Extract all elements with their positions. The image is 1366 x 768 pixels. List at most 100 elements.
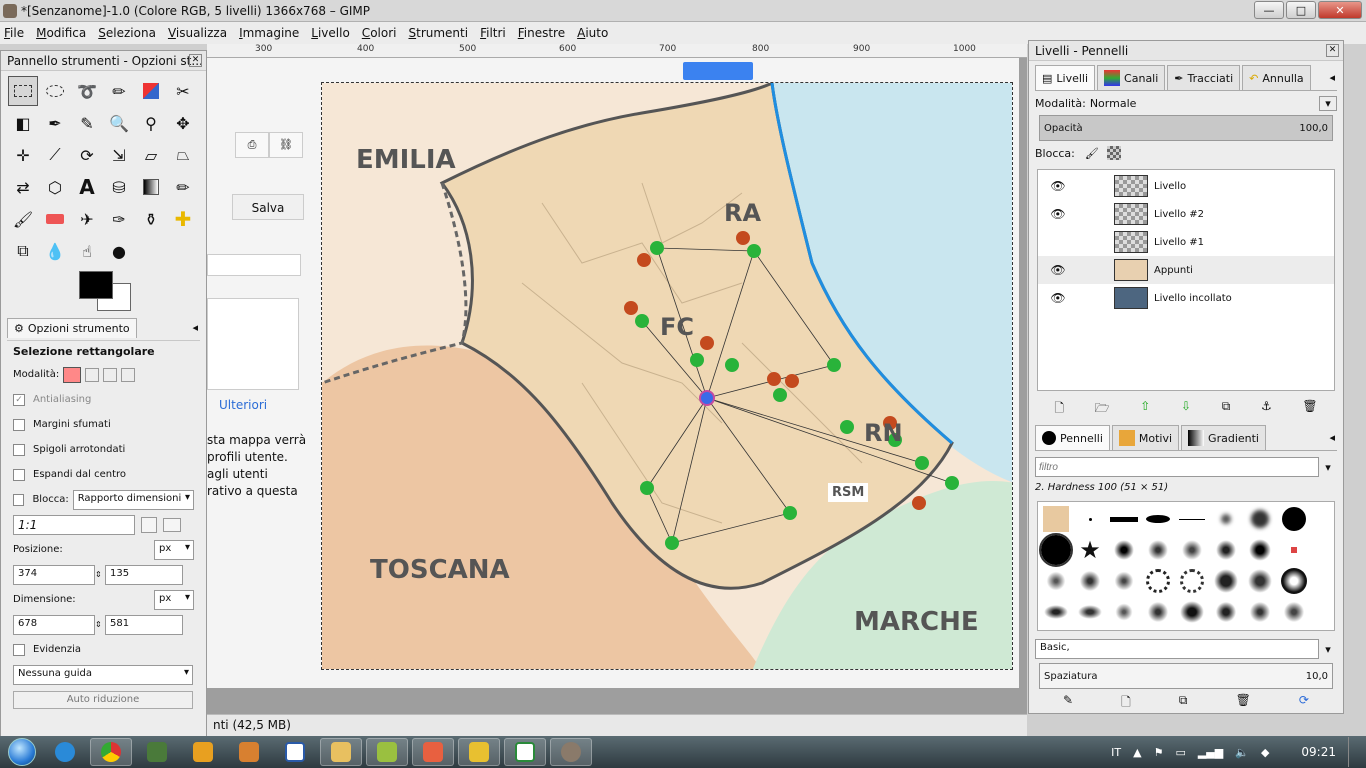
brush-item[interactable]: [1040, 566, 1072, 596]
dodge-burn-tool[interactable]: ●: [104, 236, 134, 266]
brush-item[interactable]: [1039, 533, 1073, 567]
close-button[interactable]: ✕: [1318, 1, 1362, 19]
foreground-select-tool[interactable]: ◧: [8, 108, 38, 138]
layer-row[interactable]: 👁 Appunti: [1038, 256, 1334, 284]
maximize-button[interactable]: □: [1286, 1, 1316, 19]
feather-row[interactable]: Margini sfumati: [13, 412, 194, 437]
language-indicator[interactable]: IT: [1111, 746, 1121, 759]
tab-menu-icon[interactable]: ◂: [1329, 71, 1335, 84]
taskbar-ie[interactable]: [44, 738, 86, 766]
clone-tool[interactable]: ⚱: [136, 204, 166, 234]
brush-item[interactable]: [1176, 504, 1208, 534]
tab-undo[interactable]: ↶ Annulla: [1242, 65, 1311, 90]
brush-item[interactable]: [1142, 597, 1174, 627]
position-x-input[interactable]: 374: [13, 564, 95, 585]
cage-tool[interactable]: ⬡: [40, 172, 70, 202]
ellipse-select-tool[interactable]: [40, 76, 70, 106]
paths-tool[interactable]: ✒: [40, 108, 70, 138]
airbrush-tool[interactable]: ✈: [72, 204, 102, 234]
refresh-icon[interactable]: ⟳: [1299, 693, 1309, 709]
menu-file[interactable]: File: [4, 26, 24, 40]
save-button[interactable]: Salva: [232, 194, 304, 220]
flip-tool[interactable]: ⇄: [8, 172, 38, 202]
brush-item[interactable]: [1278, 597, 1310, 627]
lock-checkbox[interactable]: [13, 493, 25, 506]
taskbar-gimp[interactable]: [550, 738, 592, 766]
taskbar-tool[interactable]: [228, 738, 270, 766]
text-tool[interactable]: A: [72, 172, 102, 202]
menu-filtri[interactable]: Filtri: [480, 26, 506, 40]
antialiasing-row[interactable]: ✓ Antialiasing: [13, 387, 194, 412]
brush-item[interactable]: [1142, 535, 1174, 565]
brush-item[interactable]: [1210, 504, 1242, 534]
delete-icon[interactable]: 🗑: [1302, 399, 1317, 415]
brush-item[interactable]: [1108, 597, 1140, 627]
brush-item[interactable]: [1244, 566, 1276, 596]
perspective-tool[interactable]: ⏢: [168, 140, 198, 170]
ink-tool[interactable]: ✑: [104, 204, 134, 234]
blend-tool[interactable]: [136, 172, 166, 202]
brush-item[interactable]: [1074, 566, 1106, 596]
menu-immagine[interactable]: Immagine: [239, 26, 299, 40]
taskbar-excel[interactable]: [504, 738, 546, 766]
close-icon[interactable]: ✕: [1326, 44, 1339, 57]
brush-item[interactable]: [1142, 504, 1174, 534]
blur-tool[interactable]: 💧: [40, 236, 70, 266]
ratio-field[interactable]: 1:1: [13, 514, 135, 535]
duplicate-brush-icon[interactable]: ⧉: [1179, 693, 1188, 709]
eye-icon[interactable]: 👁: [1038, 179, 1078, 193]
raise-icon[interactable]: ⇧: [1140, 399, 1150, 415]
heal-tool[interactable]: ✚: [168, 204, 198, 234]
lower-icon[interactable]: ⇩: [1181, 399, 1191, 415]
brush-item[interactable]: [1074, 597, 1106, 627]
rect-select-tool[interactable]: [8, 76, 38, 106]
move-tool[interactable]: ✥: [168, 108, 198, 138]
taskbar-network[interactable]: [458, 738, 500, 766]
position-unit-dropdown[interactable]: px: [154, 539, 194, 560]
brush-item[interactable]: [1210, 566, 1242, 596]
pencil-tool[interactable]: ✏: [168, 172, 198, 202]
brush-item[interactable]: [1108, 504, 1140, 534]
menu-colori[interactable]: Colori: [362, 26, 397, 40]
paintbrush-tool[interactable]: 🖌: [8, 204, 38, 234]
size-height-input[interactable]: 581: [105, 614, 183, 635]
zoom-tool[interactable]: 🔍: [104, 108, 134, 138]
show-desktop-button[interactable]: [1348, 737, 1358, 767]
brush-item[interactable]: [1210, 597, 1242, 627]
brush-item[interactable]: [1278, 535, 1310, 565]
feather-checkbox[interactable]: [13, 418, 25, 431]
edit-brush-icon[interactable]: ✎: [1063, 693, 1073, 709]
tab-brushes[interactable]: Pennelli: [1035, 425, 1110, 450]
brush-item[interactable]: [1176, 566, 1208, 596]
taskbar-explorer[interactable]: [320, 738, 362, 766]
measure-tool[interactable]: ⚲: [136, 108, 166, 138]
search-button[interactable]: [683, 62, 753, 80]
menu-aiuto[interactable]: Aiuto: [577, 26, 608, 40]
rounded-checkbox[interactable]: [13, 443, 25, 456]
tab-menu-icon[interactable]: ◂: [192, 321, 198, 334]
eye-icon[interactable]: 👁: [1038, 291, 1078, 305]
taskbar-media[interactable]: [182, 738, 224, 766]
align-tool[interactable]: ✛: [8, 140, 38, 170]
chevron-up-icon[interactable]: ▲: [1133, 746, 1141, 759]
color-picker-tool[interactable]: ✎: [72, 108, 102, 138]
brush-item[interactable]: [1244, 597, 1276, 627]
menu-livello[interactable]: Livello: [311, 26, 350, 40]
dropbox-icon[interactable]: ◆: [1261, 746, 1269, 759]
brush-item[interactable]: [1074, 504, 1106, 534]
taskbar-app[interactable]: [136, 738, 178, 766]
lasso-tool[interactable]: ➰: [72, 76, 102, 106]
scissors-tool[interactable]: ✂: [168, 76, 198, 106]
tab-tool-options[interactable]: ⚙ Opzioni strumento: [7, 317, 137, 338]
brush-item[interactable]: ★: [1074, 535, 1106, 565]
rounded-row[interactable]: Spigoli arrotondati: [13, 437, 194, 462]
clock[interactable]: 09:21: [1301, 745, 1336, 759]
portrait-icon[interactable]: [141, 516, 157, 533]
chevron-down-icon[interactable]: ▾: [1319, 461, 1337, 474]
expand-row[interactable]: Espandi dal centro: [13, 462, 194, 487]
brush-filter-input[interactable]: [1035, 457, 1319, 477]
spacing-slider[interactable]: Spaziatura 10,0: [1039, 663, 1333, 689]
spin-icon[interactable]: ⇕: [95, 620, 102, 629]
tab-gradients[interactable]: Gradienti: [1181, 425, 1266, 450]
menu-finestre[interactable]: Finestre: [518, 26, 565, 40]
